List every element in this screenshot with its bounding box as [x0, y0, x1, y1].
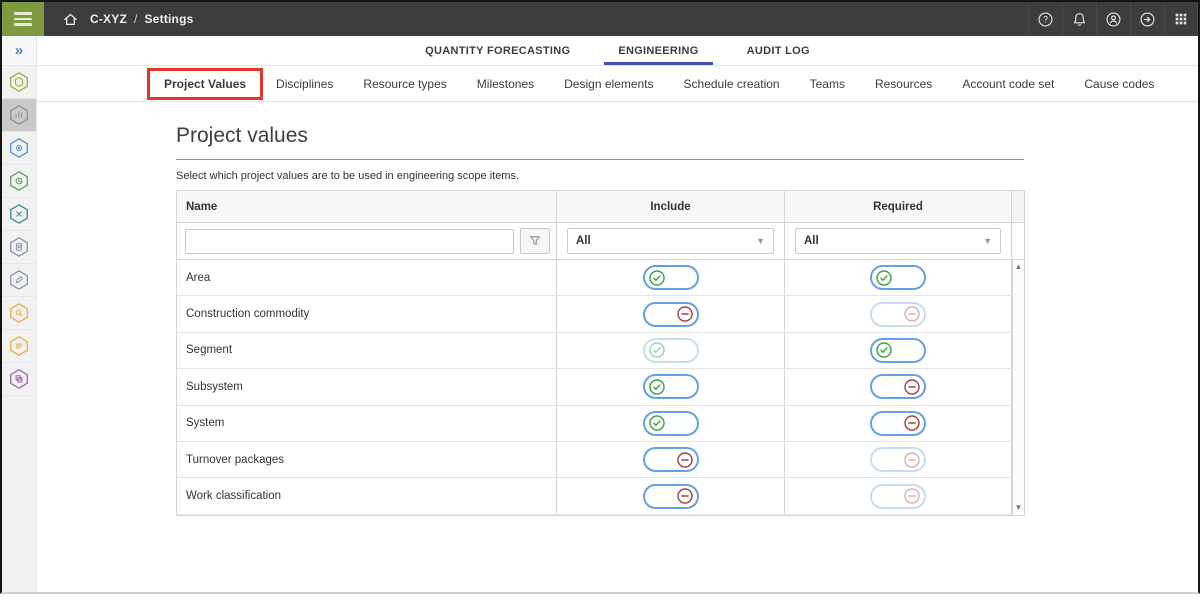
subtab-resources[interactable]: Resources	[860, 66, 947, 101]
svg-text:?: ?	[1043, 14, 1048, 24]
required-toggle[interactable]	[870, 447, 926, 472]
table-scrollbar[interactable]: ▲ ▼	[1012, 260, 1024, 515]
table-row: Area	[177, 260, 1024, 296]
subtab-design-elements[interactable]: Design elements	[549, 66, 668, 101]
required-toggle[interactable]	[870, 484, 926, 509]
include-filter-value: All	[576, 235, 591, 247]
teal-hexagon-app-icon[interactable]	[2, 198, 36, 231]
table-row: Segment	[177, 333, 1024, 369]
account-icon[interactable]	[1096, 2, 1130, 36]
subtab-resource-types[interactable]: Resource types	[348, 66, 461, 101]
row-name: Area	[186, 272, 210, 284]
topbar-left: C-XYZ / Settings	[44, 2, 194, 36]
olive-hexagon-app-icon[interactable]	[2, 66, 36, 99]
required-toggle[interactable]	[870, 265, 926, 290]
filter-icon[interactable]	[520, 228, 550, 254]
required-filter-value: All	[804, 235, 819, 247]
row-name: Work classification	[186, 490, 281, 502]
column-header-include: Include	[557, 191, 785, 222]
breadcrumb-project[interactable]: C-XYZ	[90, 12, 127, 26]
name-filter-input[interactable]	[185, 229, 514, 254]
required-filter-dropdown[interactable]: All ▼	[795, 228, 1001, 254]
menu-icon[interactable]	[2, 2, 44, 36]
row-name: Subsystem	[186, 381, 243, 393]
table-row: Subsystem	[177, 369, 1024, 405]
home-icon[interactable]	[50, 11, 90, 28]
settings-page: Project values Select which project valu…	[37, 102, 1198, 516]
blue-hexagon-app-icon[interactable]	[2, 132, 36, 165]
signout-icon[interactable]	[1130, 2, 1164, 36]
row-name: Turnover packages	[186, 454, 284, 466]
tab-engineering[interactable]: ENGINEERING	[594, 36, 722, 65]
slate-hexagon-app-icon[interactable]	[2, 231, 36, 264]
chevron-down-icon: ▼	[983, 236, 992, 246]
required-toggle[interactable]	[870, 374, 926, 399]
row-name: Construction commodity	[186, 308, 309, 320]
tab-audit-log[interactable]: AUDIT LOG	[723, 36, 834, 65]
title-divider	[176, 159, 1024, 160]
scroll-down-icon[interactable]: ▼	[1015, 504, 1023, 512]
subtab-account-code-set[interactable]: Account code set	[947, 66, 1069, 101]
breadcrumb-page[interactable]: Settings	[145, 12, 194, 26]
tab-quantity-forecasting[interactable]: QUANTITY FORECASTING	[401, 36, 594, 65]
notifications-icon[interactable]	[1062, 2, 1096, 36]
table-body: Area Construction commodity Segment Subs…	[177, 260, 1024, 515]
page-title: Project values	[176, 124, 1198, 148]
sidebar: »	[2, 36, 37, 592]
project-values-table: Name Include Required All	[176, 190, 1025, 516]
slate-hexagon-app-icon-2[interactable]	[2, 264, 36, 297]
table-row: Work classification	[177, 478, 1024, 514]
row-name: System	[186, 417, 224, 429]
subtab-cause-codes[interactable]: Cause codes	[1069, 66, 1169, 101]
subtab-teams[interactable]: Teams	[795, 66, 860, 101]
help-icon[interactable]: ?	[1028, 2, 1062, 36]
breadcrumb: C-XYZ / Settings	[90, 12, 194, 26]
column-header-name: Name	[177, 191, 557, 222]
purple-hexagon-app-icon[interactable]	[2, 363, 36, 396]
include-toggle[interactable]	[643, 338, 699, 363]
main-tabs: QUANTITY FORECASTINGENGINEERINGAUDIT LOG	[37, 36, 1198, 66]
required-toggle[interactable]	[870, 302, 926, 327]
page-description: Select which project values are to be us…	[176, 170, 1024, 182]
scroll-up-icon[interactable]: ▲	[1015, 263, 1023, 271]
sub-tabs: Project ValuesDisciplinesResource typesM…	[37, 66, 1198, 102]
breadcrumb-separator: /	[134, 12, 138, 26]
app-window: C-XYZ / Settings ?	[0, 0, 1200, 594]
subtab-milestones[interactable]: Milestones	[462, 66, 549, 101]
include-toggle[interactable]	[643, 265, 699, 290]
chevron-down-icon: ▼	[756, 236, 765, 246]
required-toggle[interactable]	[870, 411, 926, 436]
table-row: Construction commodity	[177, 296, 1024, 332]
table-filter-row: All ▼ All ▼	[177, 223, 1024, 260]
gray-hexagon-app-icon[interactable]	[2, 99, 36, 132]
main-content: QUANTITY FORECASTINGENGINEERINGAUDIT LOG…	[37, 36, 1198, 516]
column-header-required: Required	[785, 191, 1012, 222]
topbar: C-XYZ / Settings ?	[2, 2, 1198, 36]
table-row: System	[177, 406, 1024, 442]
topbar-actions: ?	[1028, 2, 1198, 36]
table-row: Turnover packages	[177, 442, 1024, 478]
column-header-spacer	[1012, 191, 1024, 222]
table-header-row: Name Include Required	[177, 191, 1024, 223]
sidebar-apps	[2, 66, 36, 396]
amber-hexagon-app-icon-2[interactable]	[2, 330, 36, 363]
green-hexagon-app-icon[interactable]	[2, 165, 36, 198]
subtab-schedule-creation[interactable]: Schedule creation	[669, 66, 795, 101]
include-toggle[interactable]	[643, 484, 699, 509]
row-name: Segment	[186, 344, 232, 356]
include-toggle[interactable]	[643, 447, 699, 472]
include-filter-dropdown[interactable]: All ▼	[567, 228, 774, 254]
amber-hexagon-app-icon[interactable]	[2, 297, 36, 330]
sidebar-expand-button[interactable]: »	[2, 36, 36, 66]
subtab-project-values[interactable]: Project Values	[149, 70, 261, 98]
include-toggle[interactable]	[643, 374, 699, 399]
include-toggle[interactable]	[643, 411, 699, 436]
required-toggle[interactable]	[870, 338, 926, 363]
include-toggle[interactable]	[643, 302, 699, 327]
subtab-disciplines[interactable]: Disciplines	[261, 66, 348, 101]
apps-grid-icon[interactable]	[1164, 2, 1198, 36]
